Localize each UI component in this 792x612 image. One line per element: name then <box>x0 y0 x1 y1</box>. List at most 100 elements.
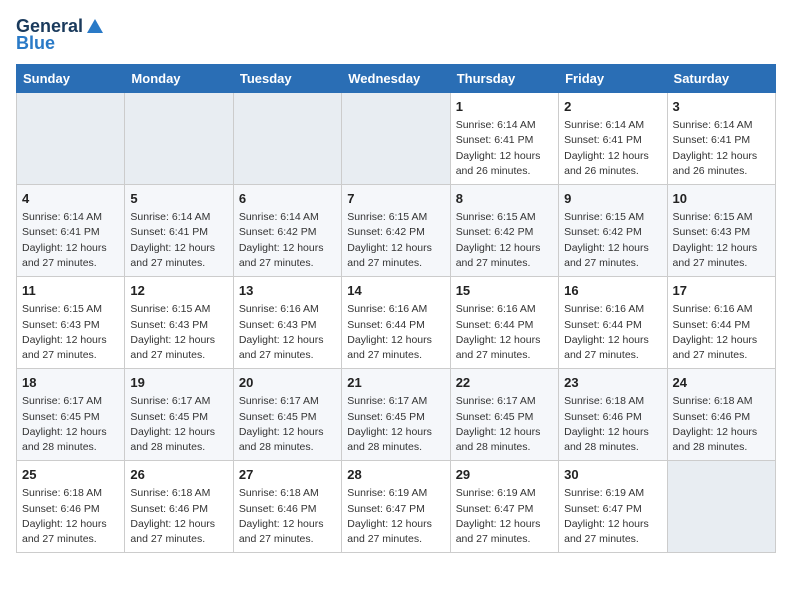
calendar-body: 1 Sunrise: 6:14 AMSunset: 6:41 PMDaylight… <box>17 93 776 553</box>
calendar-day: 6 Sunrise: 6:14 AMSunset: 6:42 PMDaylight… <box>233 185 341 277</box>
weekday-header: Thursday <box>450 65 558 93</box>
day-info: Sunrise: 6:15 AMSunset: 6:42 PMDaylight:… <box>347 210 444 271</box>
day-number: 22 <box>456 374 553 392</box>
day-number: 12 <box>130 282 227 300</box>
day-number: 30 <box>564 466 661 484</box>
day-number: 28 <box>347 466 444 484</box>
weekday-header: Sunday <box>17 65 125 93</box>
calendar-day <box>667 461 775 553</box>
day-info: Sunrise: 6:14 AMSunset: 6:41 PMDaylight:… <box>564 118 661 179</box>
day-info: Sunrise: 6:17 AMSunset: 6:45 PMDaylight:… <box>130 394 227 455</box>
calendar-week-row: 1 Sunrise: 6:14 AMSunset: 6:41 PMDaylight… <box>17 93 776 185</box>
day-number: 27 <box>239 466 336 484</box>
calendar-table: SundayMondayTuesdayWednesdayThursdayFrid… <box>16 64 776 553</box>
day-number: 23 <box>564 374 661 392</box>
day-info: Sunrise: 6:18 AMSunset: 6:46 PMDaylight:… <box>673 394 770 455</box>
calendar-header: SundayMondayTuesdayWednesdayThursdayFrid… <box>17 65 776 93</box>
day-info: Sunrise: 6:17 AMSunset: 6:45 PMDaylight:… <box>239 394 336 455</box>
calendar-day <box>17 93 125 185</box>
day-number: 13 <box>239 282 336 300</box>
day-info: Sunrise: 6:16 AMSunset: 6:44 PMDaylight:… <box>347 302 444 363</box>
logo-blue-text: Blue <box>16 33 55 54</box>
day-number: 25 <box>22 466 119 484</box>
calendar-day: 19 Sunrise: 6:17 AMSunset: 6:45 PMDayligh… <box>125 369 233 461</box>
day-info: Sunrise: 6:16 AMSunset: 6:44 PMDaylight:… <box>564 302 661 363</box>
weekday-header: Saturday <box>667 65 775 93</box>
day-info: Sunrise: 6:16 AMSunset: 6:44 PMDaylight:… <box>456 302 553 363</box>
day-info: Sunrise: 6:15 AMSunset: 6:43 PMDaylight:… <box>22 302 119 363</box>
calendar-day: 9Sunrise: 6:15 AMSunset: 6:42 PMDaylight… <box>559 185 667 277</box>
day-info: Sunrise: 6:15 AMSunset: 6:43 PMDaylight:… <box>673 210 770 271</box>
logo-icon <box>85 17 105 37</box>
day-info: Sunrise: 6:16 AMSunset: 6:43 PMDaylight:… <box>239 302 336 363</box>
day-info: Sunrise: 6:18 AMSunset: 6:46 PMDaylight:… <box>22 486 119 547</box>
calendar-day: 11 Sunrise: 6:15 AMSunset: 6:43 PMDayligh… <box>17 277 125 369</box>
calendar-day: 13 Sunrise: 6:16 AMSunset: 6:43 PMDayligh… <box>233 277 341 369</box>
day-number: 6 <box>239 190 336 208</box>
day-number: 5 <box>130 190 227 208</box>
day-number: 1 <box>456 98 553 116</box>
day-number: 24 <box>673 374 770 392</box>
calendar-day <box>125 93 233 185</box>
weekday-row: SundayMondayTuesdayWednesdayThursdayFrid… <box>17 65 776 93</box>
day-number: 29 <box>456 466 553 484</box>
day-number: 20 <box>239 374 336 392</box>
day-number: 8 <box>456 190 553 208</box>
calendar-day: 20 Sunrise: 6:17 AMSunset: 6:45 PMDayligh… <box>233 369 341 461</box>
day-info: Sunrise: 6:18 AMSunset: 6:46 PMDaylight:… <box>564 394 661 455</box>
calendar-week-row: 18 Sunrise: 6:17 AMSunset: 6:45 PMDayligh… <box>17 369 776 461</box>
calendar-day: 12 Sunrise: 6:15 AMSunset: 6:43 PMDayligh… <box>125 277 233 369</box>
calendar-day: 17 Sunrise: 6:16 AMSunset: 6:44 PMDayligh… <box>667 277 775 369</box>
calendar-day: 16 Sunrise: 6:16 AMSunset: 6:44 PMDayligh… <box>559 277 667 369</box>
day-info: Sunrise: 6:18 AMSunset: 6:46 PMDaylight:… <box>239 486 336 547</box>
day-number: 18 <box>22 374 119 392</box>
day-info: Sunrise: 6:15 AMSunset: 6:42 PMDaylight:… <box>456 210 553 271</box>
calendar-day: 26Sunrise: 6:18 AMSunset: 6:46 PMDayligh… <box>125 461 233 553</box>
day-info: Sunrise: 6:14 AMSunset: 6:42 PMDaylight:… <box>239 210 336 271</box>
day-number: 9 <box>564 190 661 208</box>
day-info: Sunrise: 6:14 AMSunset: 6:41 PMDaylight:… <box>130 210 227 271</box>
day-number: 2 <box>564 98 661 116</box>
calendar-day: 28 Sunrise: 6:19 AMSunset: 6:47 PMDayligh… <box>342 461 450 553</box>
logo: General Blue <box>16 16 105 54</box>
calendar-day: 5 Sunrise: 6:14 AMSunset: 6:41 PMDaylight… <box>125 185 233 277</box>
calendar-day: 8 Sunrise: 6:15 AMSunset: 6:42 PMDaylight… <box>450 185 558 277</box>
day-info: Sunrise: 6:15 AMSunset: 6:43 PMDaylight:… <box>130 302 227 363</box>
calendar-day: 29Sunrise: 6:19 AMSunset: 6:47 PMDayligh… <box>450 461 558 553</box>
calendar-day: 3 Sunrise: 6:14 AMSunset: 6:41 PMDaylight… <box>667 93 775 185</box>
weekday-header: Monday <box>125 65 233 93</box>
calendar-day: 18 Sunrise: 6:17 AMSunset: 6:45 PMDayligh… <box>17 369 125 461</box>
day-number: 21 <box>347 374 444 392</box>
calendar-day: 27 Sunrise: 6:18 AMSunset: 6:46 PMDayligh… <box>233 461 341 553</box>
calendar-week-row: 11 Sunrise: 6:15 AMSunset: 6:43 PMDayligh… <box>17 277 776 369</box>
calendar-day <box>233 93 341 185</box>
calendar-day: 2 Sunrise: 6:14 AMSunset: 6:41 PMDaylight… <box>559 93 667 185</box>
day-info: Sunrise: 6:18 AMSunset: 6:46 PMDaylight:… <box>130 486 227 547</box>
day-info: Sunrise: 6:19 AMSunset: 6:47 PMDaylight:… <box>564 486 661 547</box>
calendar-day: 14Sunrise: 6:16 AMSunset: 6:44 PMDayligh… <box>342 277 450 369</box>
day-info: Sunrise: 6:17 AMSunset: 6:45 PMDaylight:… <box>456 394 553 455</box>
weekday-header: Tuesday <box>233 65 341 93</box>
calendar-day: 10 Sunrise: 6:15 AMSunset: 6:43 PMDayligh… <box>667 185 775 277</box>
day-info: Sunrise: 6:19 AMSunset: 6:47 PMDaylight:… <box>347 486 444 547</box>
calendar-day <box>342 93 450 185</box>
day-number: 19 <box>130 374 227 392</box>
day-info: Sunrise: 6:14 AMSunset: 6:41 PMDaylight:… <box>22 210 119 271</box>
day-number: 17 <box>673 282 770 300</box>
day-info: Sunrise: 6:14 AMSunset: 6:41 PMDaylight:… <box>673 118 770 179</box>
calendar-day: 21Sunrise: 6:17 AMSunset: 6:45 PMDayligh… <box>342 369 450 461</box>
day-number: 10 <box>673 190 770 208</box>
day-number: 16 <box>564 282 661 300</box>
day-info: Sunrise: 6:16 AMSunset: 6:44 PMDaylight:… <box>673 302 770 363</box>
calendar-day: 15Sunrise: 6:16 AMSunset: 6:44 PMDayligh… <box>450 277 558 369</box>
day-info: Sunrise: 6:17 AMSunset: 6:45 PMDaylight:… <box>22 394 119 455</box>
calendar-week-row: 4Sunrise: 6:14 AMSunset: 6:41 PMDaylight… <box>17 185 776 277</box>
calendar-day: 7Sunrise: 6:15 AMSunset: 6:42 PMDaylight… <box>342 185 450 277</box>
header: General Blue <box>16 16 776 54</box>
calendar-day: 24 Sunrise: 6:18 AMSunset: 6:46 PMDayligh… <box>667 369 775 461</box>
day-number: 11 <box>22 282 119 300</box>
calendar-day: 25 Sunrise: 6:18 AMSunset: 6:46 PMDayligh… <box>17 461 125 553</box>
weekday-header: Friday <box>559 65 667 93</box>
day-number: 3 <box>673 98 770 116</box>
calendar-day: 23 Sunrise: 6:18 AMSunset: 6:46 PMDayligh… <box>559 369 667 461</box>
